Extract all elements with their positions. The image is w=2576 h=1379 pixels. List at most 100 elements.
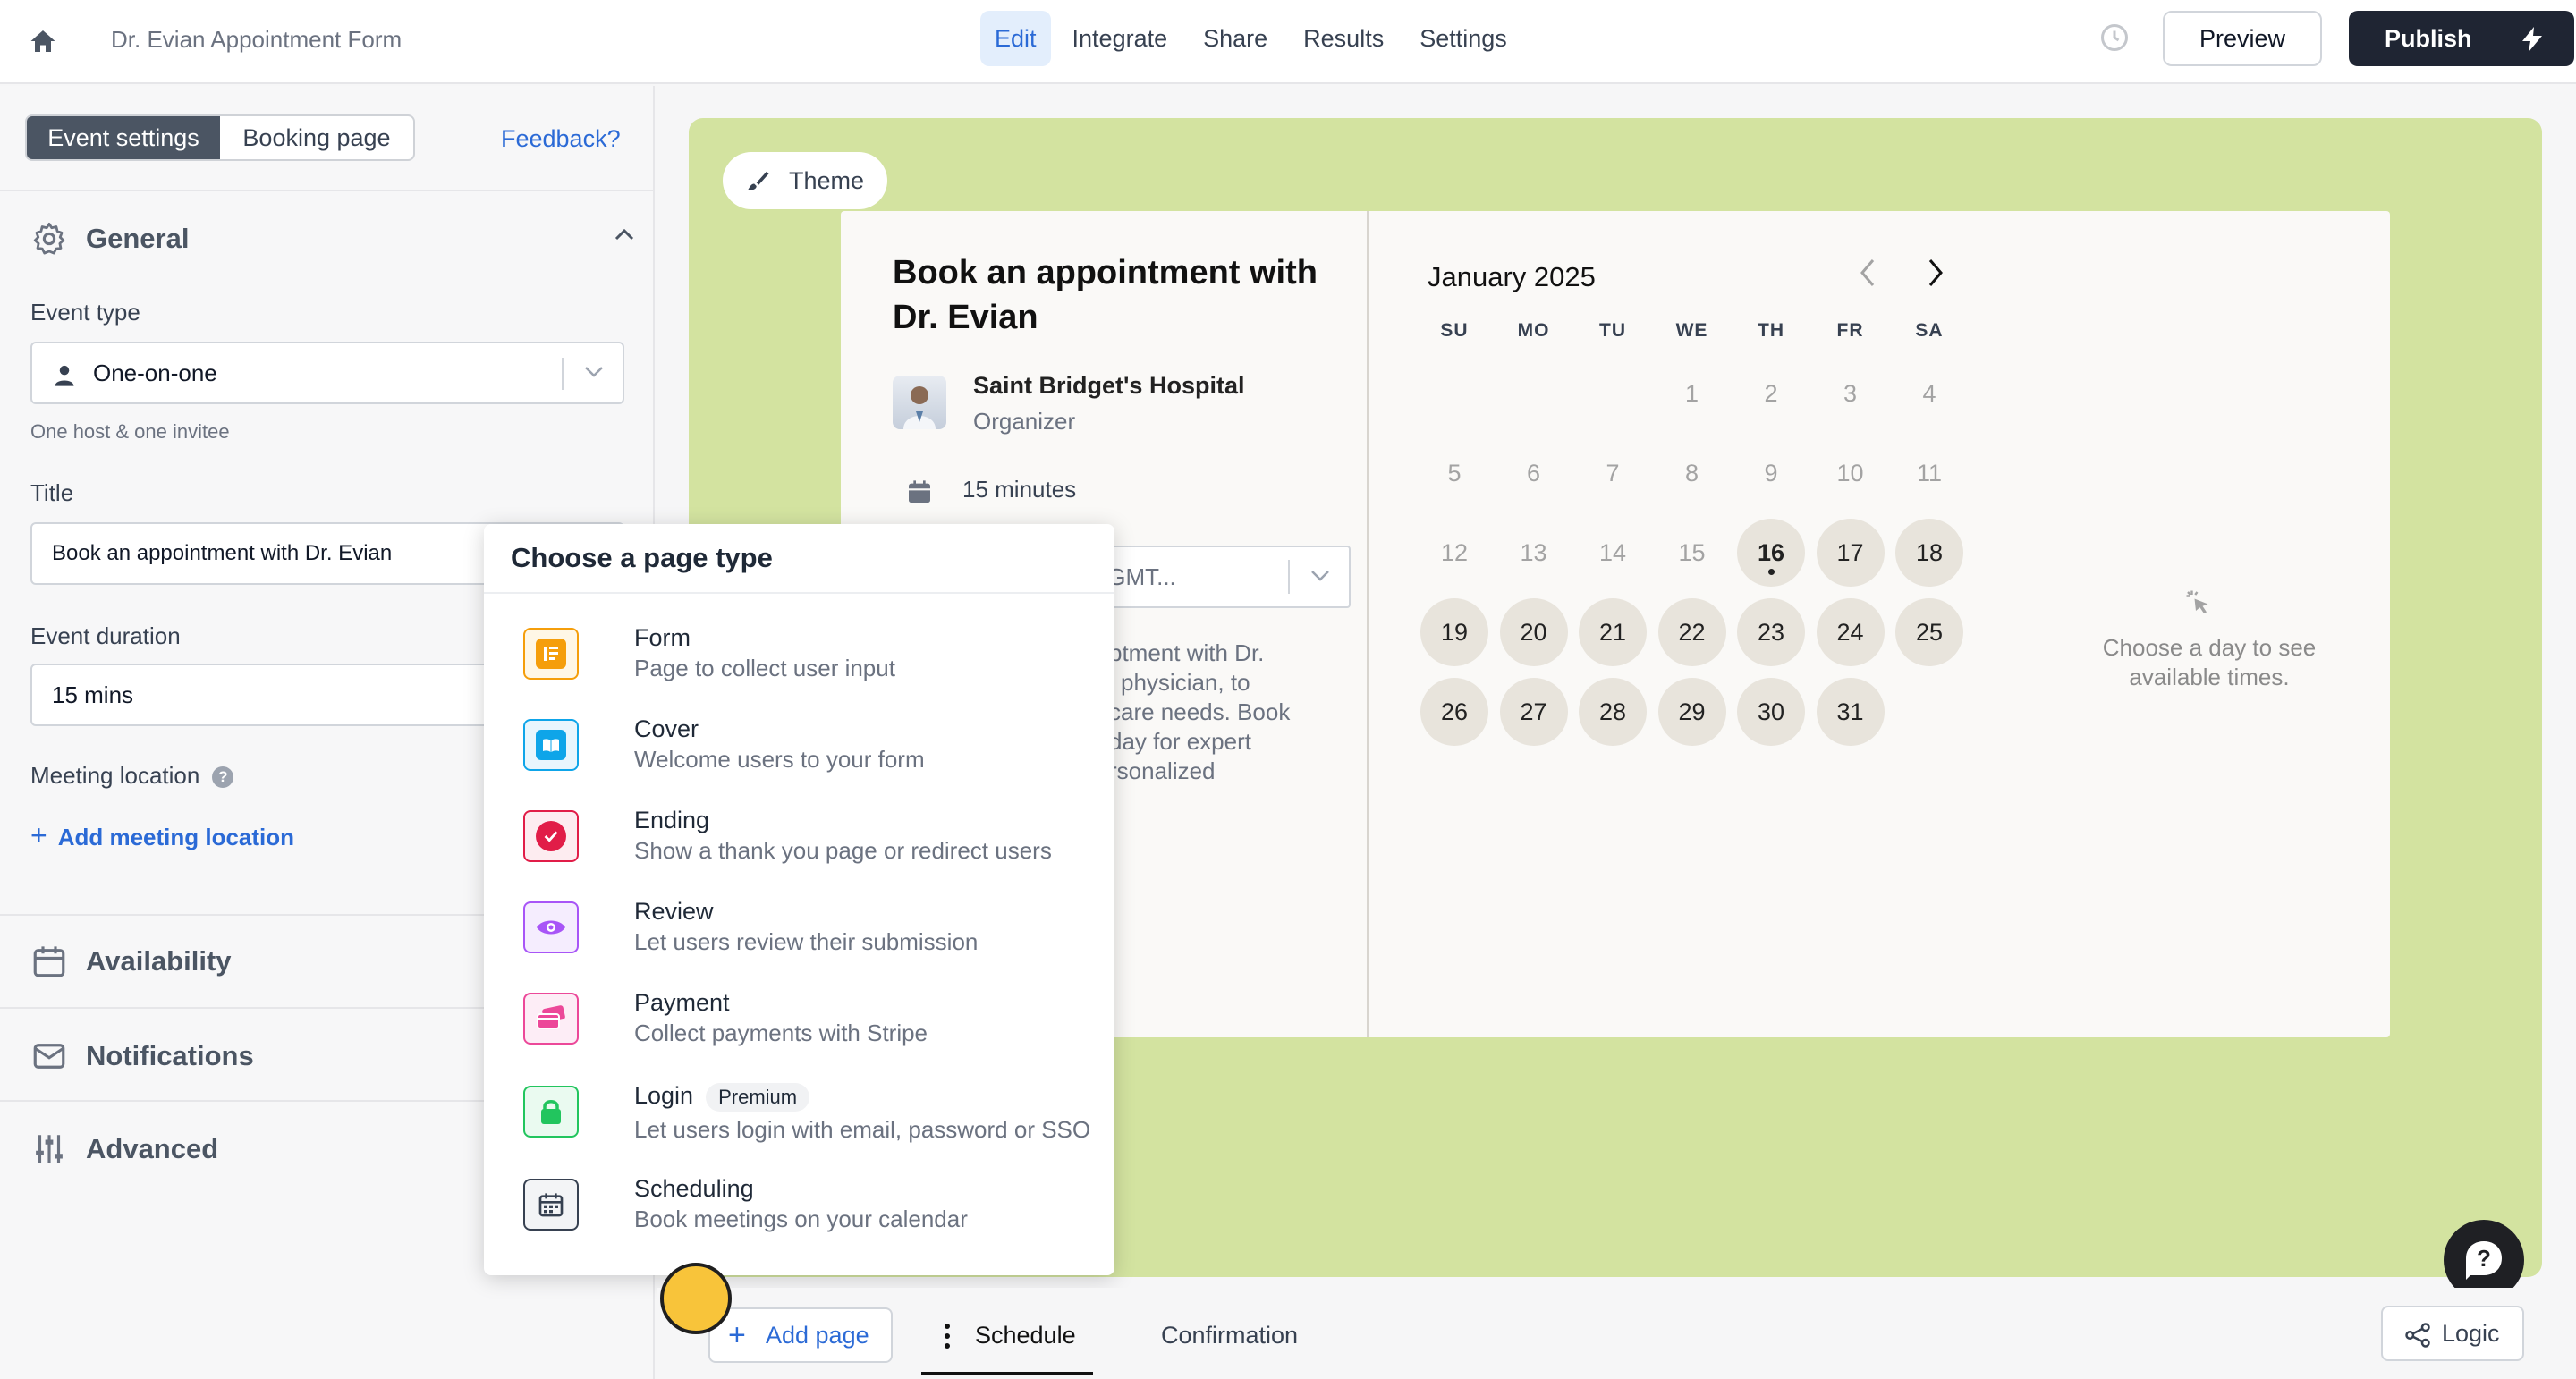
calendar-day[interactable]: 27: [1499, 678, 1568, 746]
calendar-day[interactable]: 17: [1816, 519, 1885, 587]
option-description: Let users login with email, password or …: [634, 1116, 1091, 1143]
section-availability-title: Availability: [86, 945, 232, 977]
svg-text:?: ?: [2477, 1245, 2491, 1272]
page-type-review[interactable]: Review Let users review their submission: [523, 898, 1096, 969]
page-type-form[interactable]: Form Page to collect user input: [523, 624, 1096, 696]
settings-segmented-control: Event settings Booking page: [25, 114, 415, 161]
calendar-day: 15: [1678, 539, 1706, 566]
tab-share[interactable]: Share: [1189, 11, 1282, 66]
calendar-day[interactable]: 31: [1816, 678, 1885, 746]
description-line: l physician, to: [1109, 669, 1250, 696]
calendar-day: 12: [1440, 539, 1469, 566]
section-advanced-header[interactable]: Advanced: [30, 1130, 218, 1168]
section-general-header[interactable]: General: [30, 220, 189, 258]
more-vertical-icon[interactable]: [945, 1324, 950, 1349]
tab-edit[interactable]: Edit: [980, 11, 1051, 66]
segment-event-settings[interactable]: Event settings: [27, 116, 220, 159]
page-tab-schedule[interactable]: Schedule: [921, 1307, 1093, 1375]
chevron-down-icon: [585, 367, 603, 377]
weekday-header: MO: [1517, 320, 1550, 341]
event-type-hint: One host & one invitee: [30, 420, 230, 443]
form-title[interactable]: Dr. Evian Appointment Form: [111, 23, 402, 55]
tab-settings[interactable]: Settings: [1405, 11, 1521, 66]
person-icon: [55, 365, 74, 386]
theme-label: Theme: [789, 167, 865, 194]
preview-button[interactable]: Preview: [2163, 11, 2322, 66]
logic-button[interactable]: Logic: [2381, 1306, 2524, 1361]
description-line: ptment with Dr.: [1109, 639, 1265, 666]
calendar-day: 11: [1916, 460, 1943, 486]
theme-button[interactable]: Theme: [723, 152, 887, 209]
page-type-popup: Choose a page type Form Page to collect …: [484, 524, 1114, 1275]
add-meeting-location-link[interactable]: + Add meeting location: [30, 819, 294, 852]
page-type-scheduling[interactable]: Scheduling Book meetings on your calenda…: [523, 1175, 1096, 1247]
segment-booking-page[interactable]: Booking page: [220, 116, 413, 159]
cursor-marker: [660, 1263, 732, 1334]
option-description: Book meetings on your calendar: [634, 1206, 968, 1232]
section-availability-header[interactable]: Availability: [30, 943, 232, 980]
calendar-day[interactable]: 29: [1657, 678, 1726, 746]
home-icon[interactable]: [27, 25, 59, 57]
tab-results[interactable]: Results: [1289, 11, 1398, 66]
lock-icon: [523, 1086, 579, 1138]
lightning-icon: [2522, 27, 2542, 52]
choose-day-hint: Choose a day to see available times.: [2102, 634, 2317, 690]
option-description: Welcome users to your form: [634, 746, 925, 773]
card-icon: [523, 993, 579, 1045]
calendar-day[interactable]: 30: [1737, 678, 1805, 746]
add-page-button[interactable]: + Add page: [708, 1307, 893, 1363]
help-icon[interactable]: ?: [212, 766, 234, 789]
description-line: day for expert: [1109, 728, 1251, 755]
history-icon[interactable]: [2098, 21, 2131, 54]
event-duration: 15 minutes: [962, 476, 1077, 503]
calendar-day[interactable]: 16: [1737, 519, 1805, 587]
publish-button[interactable]: Publish: [2349, 11, 2574, 66]
organizer-name: Saint Bridget's Hospital: [973, 372, 1245, 399]
option-name: Payment: [634, 989, 730, 1016]
feedback-link[interactable]: Feedback?: [501, 125, 621, 153]
option-name: Cover: [634, 715, 699, 742]
event-type-label: Event type: [30, 299, 140, 326]
select-separator: [562, 358, 564, 390]
chevron-up-icon[interactable]: [614, 227, 635, 241]
calendar-day[interactable]: 22: [1657, 598, 1726, 666]
add-meeting-location-text: Add meeting location: [57, 824, 295, 850]
calendar-day: 7: [1606, 460, 1620, 486]
calendar-day[interactable]: 28: [1579, 678, 1647, 746]
calendar-day[interactable]: 25: [1895, 598, 1963, 666]
main-nav: Edit Integrate Share Results Settings: [980, 11, 1521, 66]
page-type-cover[interactable]: Cover Welcome users to your form: [523, 715, 1096, 787]
option-name: Scheduling: [634, 1175, 754, 1202]
calendar-day[interactable]: 23: [1737, 598, 1805, 666]
tab-integrate[interactable]: Integrate: [1058, 11, 1182, 66]
calendar-day: 6: [1526, 460, 1541, 486]
calendar-day[interactable]: 21: [1579, 598, 1647, 666]
page-type-payment[interactable]: Payment Collect payments with Stripe: [523, 989, 1096, 1061]
calendar-day[interactable]: 20: [1499, 598, 1568, 666]
chevron-right-icon[interactable]: [1927, 258, 1945, 288]
event-type-select[interactable]: One-on-one: [30, 342, 624, 404]
active-tab-underline: [921, 1372, 1093, 1375]
today-indicator: [1768, 569, 1775, 575]
page-type-ending[interactable]: Ending Show a thank you page or redirect…: [523, 807, 1096, 878]
calendar-month: January 2025: [1428, 261, 1596, 292]
section-notifications-title: Notifications: [86, 1040, 254, 1071]
page-tab-confirmation[interactable]: Confirmation: [1161, 1307, 1298, 1363]
duration-label: Event duration: [30, 622, 181, 649]
calendar-day: 9: [1764, 460, 1778, 486]
divider: [0, 190, 655, 191]
calendar-day[interactable]: 19: [1420, 598, 1488, 666]
section-notifications-header[interactable]: Notifications: [30, 1037, 254, 1075]
calendar-day: 3: [1843, 380, 1858, 407]
booking-title: Book an appointment with Dr. Evian: [893, 254, 1318, 336]
calendar-day[interactable]: 26: [1420, 678, 1488, 746]
calendar-day[interactable]: 18: [1895, 519, 1963, 587]
popup-title: Choose a page type: [511, 542, 773, 573]
plus-icon: +: [30, 819, 47, 851]
schedule-tab-label: Schedule: [975, 1322, 1076, 1349]
booking-description: ptment with Dr. l physician, to care nee…: [1109, 639, 1377, 786]
page-type-login[interactable]: Login Premium Let users login with email,…: [523, 1082, 1096, 1154]
chevron-left-icon[interactable]: [1859, 258, 1877, 288]
meeting-location-text: Meeting location: [30, 762, 200, 789]
calendar-day[interactable]: 24: [1816, 598, 1885, 666]
